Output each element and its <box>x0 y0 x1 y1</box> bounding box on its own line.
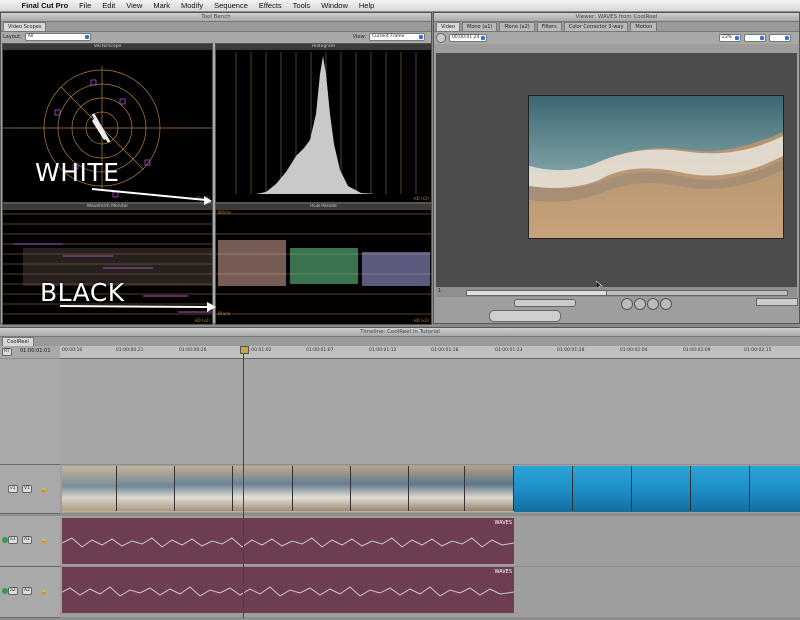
timeline-timecode[interactable]: 01:00:01:01 <box>20 348 51 354</box>
audio-waveform <box>62 537 514 548</box>
audio-track-2[interactable]: WAVES <box>60 567 800 617</box>
play-button[interactable] <box>647 298 659 310</box>
audio-track-1[interactable]: WAVES <box>60 516 800 566</box>
ruler-tick: 01:00:02:04 <box>620 348 648 353</box>
previous-edit-button[interactable] <box>621 298 633 310</box>
clip-thumbnail-divider <box>690 466 691 511</box>
tab-coolreel[interactable]: CoolReel <box>2 337 34 346</box>
viewer-scrubber-bar[interactable]: 1 <box>436 287 797 297</box>
empty-track-headers <box>0 359 60 465</box>
timeline-ruler[interactable]: 00:00:16 01:00:00:21 01:00:00:26 01:00:0… <box>60 346 800 359</box>
shuttle-control[interactable] <box>514 299 576 307</box>
lock-icon[interactable]: 🔒 <box>40 588 47 595</box>
clip-thumbnail <box>117 466 175 511</box>
video-clip-underwater[interactable] <box>514 466 800 512</box>
viewer-tabs: Video Mono (a1) Mono (a2) Filters Color … <box>434 22 799 32</box>
audio-clip-label: WAVES <box>494 569 512 575</box>
ruler-tick: 01:00:01:28 <box>557 348 585 353</box>
timeline-window: Timeline: CoolReel in Tutorial CoolReel … <box>0 327 800 620</box>
track-header-a1: a1 A1 🔒 <box>0 516 60 567</box>
view-mode-popup[interactable] <box>744 34 766 42</box>
tab-mono-a2[interactable]: Mono (a2) <box>499 22 535 31</box>
ruler-tick: 01:00:02:15 <box>744 348 772 353</box>
beach-image <box>529 96 783 238</box>
timeline-title: Timeline: CoolReel in Tutorial <box>0 328 800 337</box>
rt-popup[interactable]: RT <box>2 348 12 356</box>
viewer-canvas <box>436 53 797 295</box>
zoom-value: 23% <box>722 35 733 40</box>
source-patch-v1[interactable]: v1 <box>8 485 18 493</box>
scrub-track[interactable] <box>606 290 788 296</box>
clip-thumbnail-divider <box>572 466 573 511</box>
dest-patch-a1[interactable]: A1 <box>22 536 32 544</box>
zoom-popup[interactable]: 23% <box>719 34 741 42</box>
ruler-tick: 01:00:00:21 <box>116 348 144 353</box>
ruler-tick: 01:00:02:09 <box>683 348 711 353</box>
audio-clip-label: WAVES <box>494 520 512 526</box>
scrub-start-label: 1 <box>438 288 442 294</box>
tab-mono-a1[interactable]: Mono (a1) <box>462 22 498 31</box>
viewer-timecode-value: 00:00:01:24 <box>452 35 480 40</box>
viewer-timecode[interactable]: 00:00:01:24 <box>449 34 487 42</box>
play-in-out-button[interactable] <box>634 298 646 310</box>
dest-patch-a2[interactable]: A2 <box>22 587 32 595</box>
video-track[interactable] <box>60 465 800 513</box>
playback-buttons-row[interactable] <box>489 310 561 322</box>
tab-color-corrector[interactable]: Color Corrector 3-way <box>563 22 629 31</box>
hand-icon[interactable] <box>436 33 446 43</box>
clip-thumbnail-divider <box>749 466 750 511</box>
audio-clip-a2[interactable]: WAVES <box>62 567 514 613</box>
audio-clip-a1[interactable]: WAVES <box>62 518 514 564</box>
dest-patch-v1[interactable]: V1 <box>22 485 32 493</box>
clip-thumbnail <box>293 466 351 511</box>
track-header-v1: v1 V1 🔒 <box>0 465 60 514</box>
tab-video[interactable]: Video <box>436 22 461 31</box>
clip-thumbnail <box>62 466 117 511</box>
viewer-controls: 00:00:01:24 23% <box>434 32 799 44</box>
viewer-window: Viewer: WAVES from CoolReel Video Mono (… <box>433 12 800 324</box>
track-header-a2: a2 A2 🔒 <box>0 567 60 618</box>
video-frame <box>528 95 784 239</box>
tab-motion[interactable]: Motion <box>630 22 658 31</box>
ruler-tick: 00:00:16 <box>62 348 83 353</box>
ruler-tick: 01:00:01:07 <box>306 348 334 353</box>
lock-icon[interactable]: 🔒 <box>40 537 47 544</box>
play-around-button[interactable] <box>660 298 672 310</box>
timeline-empty-area[interactable] <box>60 359 800 464</box>
play-controls <box>621 298 681 310</box>
video-clip-waves[interactable] <box>62 466 514 512</box>
clip-thumbnail <box>351 466 409 511</box>
source-patch-a2[interactable]: a2 <box>8 587 18 595</box>
clip-thumbnail <box>233 466 293 511</box>
lock-icon[interactable]: 🔒 <box>40 486 47 493</box>
source-patch-a1[interactable]: a1 <box>8 536 18 544</box>
playhead[interactable] <box>243 346 244 618</box>
ruler-tick: 01:00:01:18 <box>431 348 459 353</box>
ruler-tick: 01:00:01:12 <box>369 348 397 353</box>
transport-controls <box>434 298 799 324</box>
clip-thumbnail <box>465 466 514 511</box>
ruler-tick: 01:00:01:23 <box>495 348 523 353</box>
in-out-range[interactable] <box>466 290 608 296</box>
ruler-tick: 01:00:00:26 <box>179 348 207 353</box>
clip-thumbnail <box>175 466 233 511</box>
overlay-popup[interactable] <box>769 34 791 42</box>
jog-control[interactable] <box>756 298 798 306</box>
tab-filters[interactable]: Filters <box>536 22 562 31</box>
playhead-handle[interactable] <box>240 346 249 354</box>
viewer-title: Viewer: WAVES from CoolReel <box>434 13 799 22</box>
clip-thumbnail-divider <box>631 466 632 511</box>
timeline-header-controls: RT 01:00:01:01 <box>0 346 60 358</box>
clip-thumbnail <box>409 466 465 511</box>
audio-waveform <box>62 586 514 597</box>
